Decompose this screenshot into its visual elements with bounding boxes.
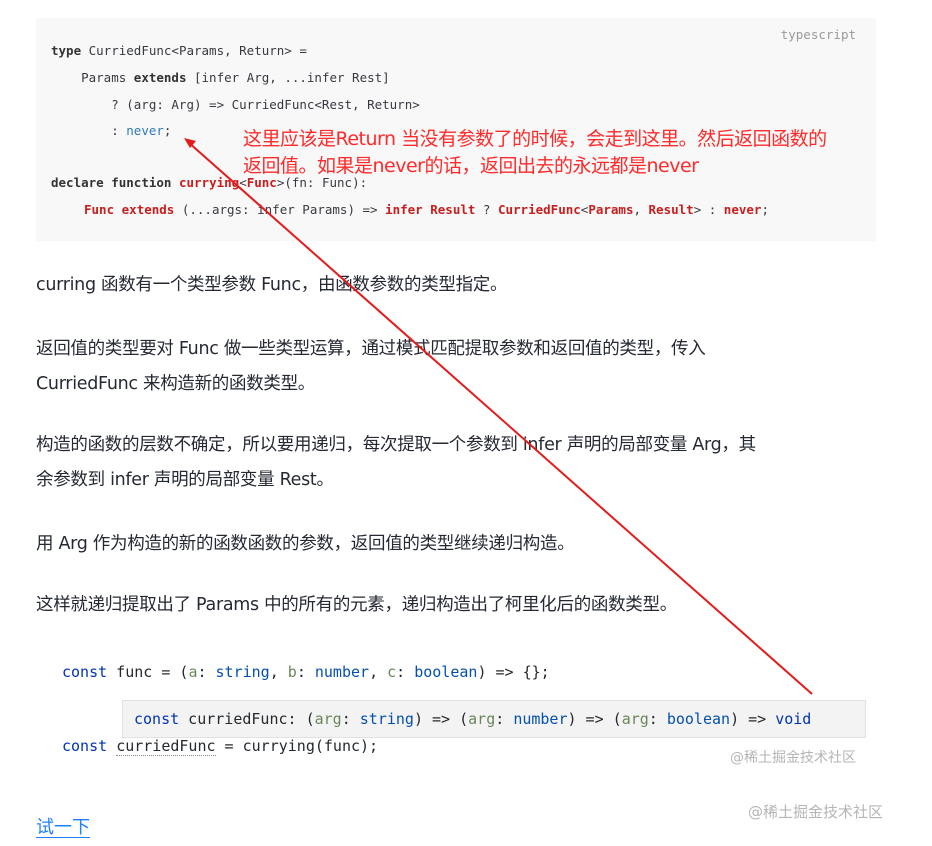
arrow-line (187, 141, 813, 695)
red-arrow-annotation (184, 138, 813, 695)
